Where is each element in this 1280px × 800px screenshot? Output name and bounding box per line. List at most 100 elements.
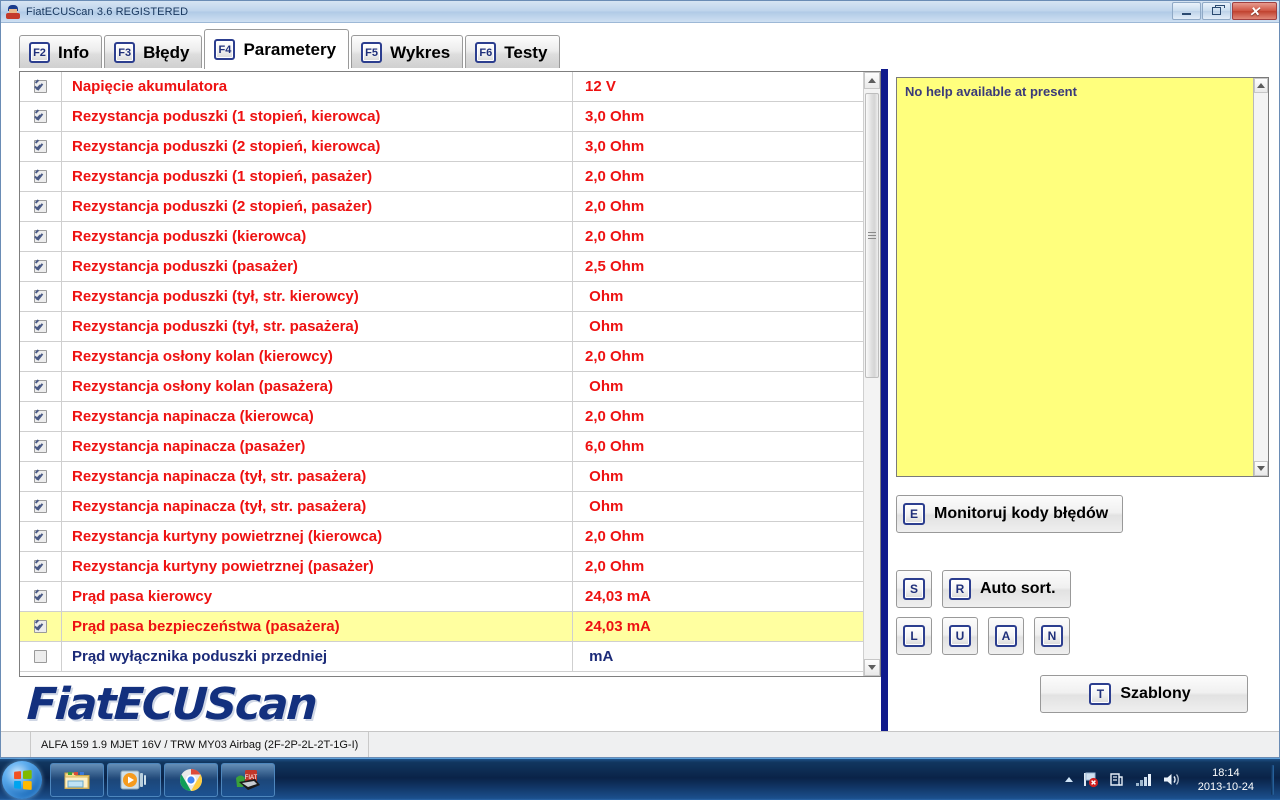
row-checkbox-cell[interactable] [20, 312, 62, 341]
close-button[interactable]: ✕ [1232, 2, 1277, 20]
checkbox-icon[interactable] [34, 590, 47, 603]
checkbox-icon[interactable] [34, 320, 47, 333]
row-checkbox-cell[interactable] [20, 402, 62, 431]
show-desktop-button[interactable] [1271, 765, 1274, 795]
checkbox-icon[interactable] [34, 200, 47, 213]
checkbox-icon[interactable] [34, 140, 47, 153]
help-scroll-down-button[interactable] [1254, 461, 1268, 476]
taskbar-item-media-player[interactable] [107, 763, 161, 797]
network-signal-icon[interactable] [1134, 771, 1153, 788]
row-checkbox-cell[interactable] [20, 132, 62, 161]
monitor-error-codes-button[interactable]: E Monitoruj kody błędów [896, 495, 1123, 533]
parameters-scrollbar[interactable] [863, 72, 880, 676]
table-row[interactable]: Rezystancja poduszki (2 stopień, kierowc… [20, 132, 863, 162]
volume-icon[interactable] [1162, 771, 1181, 788]
title-bar[interactable]: FiatECUScan 3.6 REGISTERED ✕ [1, 1, 1279, 23]
row-checkbox-cell[interactable] [20, 642, 62, 671]
checkbox-icon[interactable] [34, 110, 47, 123]
scroll-down-button[interactable] [864, 659, 880, 676]
show-hidden-icons-arrow-icon[interactable] [1065, 777, 1073, 782]
checkbox-icon[interactable] [34, 530, 47, 543]
table-row[interactable]: Rezystancja poduszki (kierowca)2,0 Ohm [20, 222, 863, 252]
load-selection-button[interactable]: L [896, 617, 932, 655]
checkbox-icon[interactable] [34, 380, 47, 393]
help-scrollbar[interactable] [1253, 78, 1268, 476]
table-row[interactable]: Rezystancja napinacza (pasażer)6,0 Ohm [20, 432, 863, 462]
start-button[interactable] [2, 761, 42, 799]
scroll-track[interactable] [864, 89, 880, 659]
row-checkbox-cell[interactable] [20, 552, 62, 581]
table-row[interactable]: Rezystancja osłony kolan (pasażera) Ohm [20, 372, 863, 402]
parameters-grid[interactable]: Napięcie akumulatora12 VRezystancja podu… [20, 72, 863, 676]
checkbox-icon[interactable] [34, 470, 47, 483]
row-checkbox-cell[interactable] [20, 342, 62, 371]
checkbox-icon[interactable] [34, 350, 47, 363]
stop-button[interactable]: S [896, 570, 932, 608]
taskbar-item-chrome[interactable] [164, 763, 218, 797]
tab-wykres[interactable]: F5 Wykres [351, 35, 463, 69]
row-checkbox-cell[interactable] [20, 102, 62, 131]
checkbox-icon[interactable] [34, 290, 47, 303]
row-checkbox-cell[interactable] [20, 462, 62, 491]
select-all-button[interactable]: A [988, 617, 1024, 655]
row-checkbox-cell[interactable] [20, 612, 62, 641]
row-checkbox-cell[interactable] [20, 432, 62, 461]
row-checkbox-cell[interactable] [20, 192, 62, 221]
checkbox-icon[interactable] [34, 560, 47, 573]
table-row[interactable]: Napięcie akumulatora12 V [20, 72, 863, 102]
table-row[interactable]: Rezystancja osłony kolan (kierowcy)2,0 O… [20, 342, 863, 372]
taskbar-item-fiatecuscan[interactable]: FIAT [221, 763, 275, 797]
tab-parametery[interactable]: F4 Parametery [204, 29, 349, 69]
table-row[interactable]: Rezystancja napinacza (kierowca)2,0 Ohm [20, 402, 863, 432]
row-checkbox-cell[interactable] [20, 252, 62, 281]
folder-explorer-icon [64, 769, 90, 791]
row-checkbox-cell[interactable] [20, 492, 62, 521]
row-checkbox-cell[interactable] [20, 522, 62, 551]
templates-button[interactable]: T Szablony [1040, 675, 1248, 713]
tab-info[interactable]: F2 Info [19, 35, 102, 69]
table-row[interactable]: Rezystancja poduszki (pasażer)2,5 Ohm [20, 252, 863, 282]
table-row[interactable]: Rezystancja napinacza (tył, str. pasażer… [20, 492, 863, 522]
checkbox-icon[interactable] [34, 410, 47, 423]
row-checkbox-cell[interactable] [20, 222, 62, 251]
row-checkbox-cell[interactable] [20, 582, 62, 611]
select-none-button[interactable]: N [1034, 617, 1070, 655]
row-checkbox-cell[interactable] [20, 162, 62, 191]
checkbox-icon[interactable] [34, 170, 47, 183]
help-scroll-up-button[interactable] [1254, 78, 1268, 93]
table-row[interactable]: Rezystancja poduszki (1 stopień, kierowc… [20, 102, 863, 132]
table-row[interactable]: Prąd pasa bezpieczeństwa (pasażera)24,03… [20, 612, 863, 642]
tab-bledy[interactable]: F3 Błędy [104, 35, 202, 69]
table-row[interactable]: Rezystancja kurtyny powietrznej (pasażer… [20, 552, 863, 582]
table-row[interactable]: Prąd wyłącznika poduszki przedniej mA [20, 642, 863, 672]
auto-sort-button[interactable]: R Auto sort. [942, 570, 1071, 608]
row-checkbox-cell[interactable] [20, 282, 62, 311]
help-scroll-track[interactable] [1254, 93, 1268, 461]
minimize-button[interactable] [1172, 2, 1201, 20]
table-row[interactable]: Rezystancja poduszki (tył, str. pasażera… [20, 312, 863, 342]
table-row[interactable]: Rezystancja poduszki (tył, str. kierowcy… [20, 282, 863, 312]
checkbox-icon[interactable] [34, 80, 47, 93]
action-center-icon[interactable] [1108, 771, 1125, 788]
checkbox-icon[interactable] [34, 620, 47, 633]
table-row[interactable]: Rezystancja kurtyny powietrznej (kierowc… [20, 522, 863, 552]
checkbox-icon[interactable] [34, 260, 47, 273]
tab-testy[interactable]: F6 Testy [465, 35, 560, 69]
checkbox-icon[interactable] [34, 440, 47, 453]
scroll-thumb[interactable] [865, 93, 879, 378]
taskbar-clock[interactable]: 18:14 2013-10-24 [1190, 766, 1262, 794]
maximize-button[interactable] [1202, 2, 1231, 20]
checkbox-icon[interactable] [34, 230, 47, 243]
network-flag-error-icon[interactable] [1082, 771, 1099, 788]
taskbar-item-explorer[interactable] [50, 763, 104, 797]
scroll-up-button[interactable] [864, 72, 880, 89]
table-row[interactable]: Rezystancja poduszki (1 stopień, pasażer… [20, 162, 863, 192]
row-checkbox-cell[interactable] [20, 72, 62, 101]
checkbox-icon[interactable] [34, 500, 47, 513]
unselect-button[interactable]: U [942, 617, 978, 655]
table-row[interactable]: Rezystancja napinacza (tył, str. pasażer… [20, 462, 863, 492]
checkbox-icon[interactable] [34, 650, 47, 663]
table-row[interactable]: Rezystancja poduszki (2 stopień, pasażer… [20, 192, 863, 222]
table-row[interactable]: Prąd pasa kierowcy24,03 mA [20, 582, 863, 612]
row-checkbox-cell[interactable] [20, 372, 62, 401]
